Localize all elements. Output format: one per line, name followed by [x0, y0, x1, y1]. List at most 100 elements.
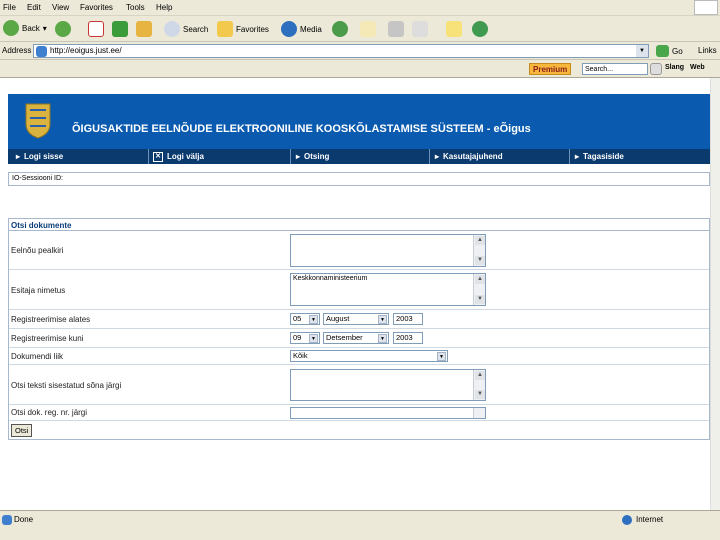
links-label[interactable]: Links	[698, 46, 717, 55]
scroll-down-icon: ▼	[475, 295, 485, 304]
status-text: Done	[14, 515, 34, 524]
menu-help[interactable]: Help	[156, 3, 172, 12]
nav-login[interactable]: ▸ Logi sisse	[16, 150, 63, 163]
scroll-up-icon: ▲	[475, 275, 485, 284]
go-button[interactable]: Go	[656, 45, 683, 57]
back-arrow-icon	[3, 20, 19, 36]
chevron-down-icon: ▼	[378, 334, 387, 343]
textarea-scrollbar[interactable]: ▲ ▼	[473, 370, 485, 400]
session-id-label: IO-Sessiooni ID:	[12, 175, 63, 182]
stop-icon[interactable]	[88, 21, 104, 37]
menu-edit[interactable]: Edit	[27, 3, 41, 12]
submitter-textarea[interactable]: Keskkonnaministeerium ▲ ▼	[290, 273, 486, 306]
date-to-day-select[interactable]: 09 ▼	[290, 332, 320, 344]
text-search-textarea[interactable]: ▲ ▼	[290, 369, 486, 401]
field-label: Registreerimise kuni	[11, 334, 84, 343]
address-input[interactable]: http://eoigus.just.ee/ ▼	[33, 44, 649, 58]
scroll-down-icon: ▼	[475, 390, 485, 399]
premium-button[interactable]: Premium	[529, 63, 572, 75]
edit-icon[interactable]	[412, 21, 428, 37]
submit-button[interactable]: Otsi	[11, 424, 33, 437]
media-button[interactable]: Media	[281, 21, 322, 37]
address-bar: Address http://eoigus.just.ee/ ▼ Go Link…	[0, 42, 720, 60]
back-button[interactable]: Back ▾	[3, 20, 47, 36]
form-row-date-from: Registreerimise alates 05 ▼ August ▼ 2003	[9, 310, 709, 329]
links-search-input[interactable]: Search...	[582, 63, 648, 75]
address-label: Address	[2, 46, 32, 55]
discuss-icon[interactable]	[446, 21, 462, 37]
status-bar: Done Internet	[0, 510, 720, 540]
page-icon	[36, 46, 47, 57]
date-from-year-input[interactable]: 2003	[393, 313, 423, 325]
form-row-date-to: Registreerimise kuni 09 ▼ Detsember ▼ 2003	[9, 329, 709, 348]
input-scrollbar[interactable]	[473, 408, 485, 418]
chevron-down-icon: ▾	[42, 23, 47, 33]
menu-bar: File Edit View Favorites Tools Help	[0, 0, 720, 16]
menu-file[interactable]: File	[3, 3, 16, 12]
form-row-text-search: Otsi teksti sisestatud sõna järgi ▲ ▼	[9, 365, 709, 405]
title-textarea[interactable]: ▲ ▼	[290, 234, 486, 267]
favorites-button[interactable]: Favorites	[217, 21, 269, 37]
triangle-right-icon: ▸	[435, 152, 440, 161]
nav-user-guide[interactable]: ▸ Kasutajajuhend	[435, 150, 503, 163]
address-dropdown[interactable]: ▼	[636, 45, 648, 57]
history-icon[interactable]	[332, 21, 348, 37]
star-icon	[217, 21, 233, 37]
field-label: Registreerimise alates	[11, 315, 91, 324]
refresh-icon[interactable]	[112, 21, 128, 37]
field-label: Otsi dok. reg. nr. järgi	[11, 408, 88, 417]
form-row-reg-number: Otsi dok. reg. nr. järgi	[9, 405, 709, 421]
menu-view[interactable]: View	[52, 3, 69, 12]
go-arrow-icon	[656, 45, 669, 57]
triangle-right-icon: ▸	[296, 152, 301, 161]
date-from-month-select[interactable]: August ▼	[323, 313, 389, 325]
nav-feedback[interactable]: ▸ Tagasiside	[575, 150, 624, 163]
nav-divider	[148, 149, 149, 164]
reg-number-input[interactable]	[290, 407, 486, 419]
textarea-scrollbar[interactable]: ▲ ▼	[473, 274, 485, 305]
nav-divider	[290, 149, 291, 164]
page-done-icon	[2, 515, 12, 525]
date-from-day-select[interactable]: 05 ▼	[290, 313, 320, 325]
textarea-scrollbar[interactable]: ▲ ▼	[473, 235, 485, 266]
nav-divider	[569, 149, 570, 164]
top-navigation: ▸ Logi sisse ✕ Logi välja ▸ Otsing ▸ Kas…	[8, 149, 710, 164]
scroll-up-icon: ▲	[475, 236, 485, 245]
slang-button[interactable]: Slang	[665, 64, 684, 71]
coat-of-arms-icon	[25, 103, 51, 139]
close-box-icon: ✕	[153, 151, 163, 162]
links-search-icon[interactable]	[650, 63, 662, 75]
home-icon[interactable]	[136, 21, 152, 37]
nav-logout[interactable]: ✕ Logi välja	[153, 150, 204, 163]
search-form: Otsi dokumente Eelnõu pealkiri ▲ ▼ Esitaj…	[8, 218, 710, 440]
page-scrollbar[interactable]	[710, 78, 720, 510]
banner-title: ÕIGUSAKTIDE EELNÕUDE ELEKTROONILINE KOOS…	[72, 123, 531, 135]
field-label: Otsi teksti sisestatud sõna järgi	[11, 381, 122, 390]
doc-type-select[interactable]: Kõik ▼	[290, 350, 448, 362]
nav-search[interactable]: ▸ Otsing	[296, 150, 329, 163]
chevron-down-icon: ▼	[378, 315, 387, 324]
search-button[interactable]: Search	[164, 21, 208, 37]
menu-tools[interactable]: Tools	[126, 3, 145, 12]
page-content: ÕIGUSAKTIDE EELNÕUDE ELEKTROONILINE KOOS…	[0, 78, 710, 510]
mail-icon[interactable]	[360, 21, 376, 37]
forward-arrow-icon[interactable]	[55, 21, 71, 37]
form-row-title: Eelnõu pealkiri ▲ ▼	[9, 232, 709, 270]
address-url: http://eoigus.just.ee/	[50, 46, 122, 55]
date-to-year-input[interactable]: 2003	[393, 332, 423, 344]
date-to-month-select[interactable]: Detsember ▼	[323, 332, 389, 344]
field-label: Dokumendi liik	[11, 352, 64, 361]
menu-favorites[interactable]: Favorites	[80, 3, 113, 12]
print-icon[interactable]	[388, 21, 404, 37]
globe-icon	[281, 21, 297, 37]
web-button[interactable]: Web	[690, 64, 705, 71]
form-row-submitter: Esitaja nimetus Keskkonnaministeerium ▲ ▼	[9, 270, 709, 310]
internet-globe-icon	[622, 515, 632, 525]
field-label: Esitaja nimetus	[11, 286, 66, 295]
search-icon	[164, 21, 180, 37]
field-label: Eelnõu pealkiri	[11, 246, 64, 255]
session-id-bar: IO-Sessiooni ID:	[8, 172, 710, 186]
messenger-icon[interactable]	[472, 21, 488, 37]
zone-text: Internet	[636, 515, 664, 524]
triangle-right-icon: ▸	[16, 152, 21, 161]
